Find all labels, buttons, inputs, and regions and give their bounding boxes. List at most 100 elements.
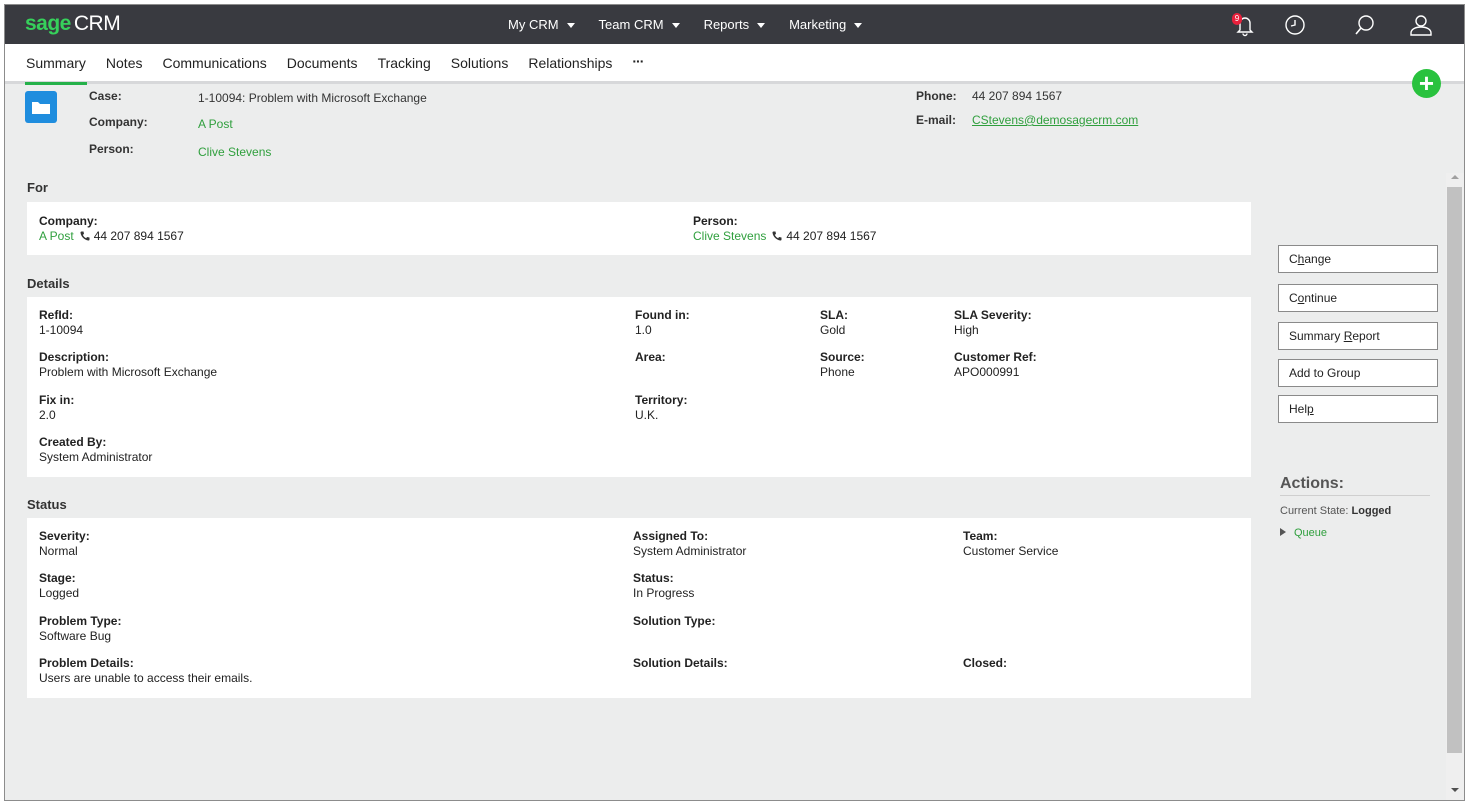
foundin-value: 1.0 xyxy=(635,323,652,337)
tab-summary[interactable]: Summary xyxy=(25,44,96,85)
current-state-label: Current State: xyxy=(1280,505,1352,517)
for-company-link[interactable]: A Post xyxy=(39,229,74,243)
createdby-value: System Administrator xyxy=(39,450,153,464)
closed-field: Closed: xyxy=(963,656,1007,671)
phone-label: Phone: xyxy=(916,89,957,103)
tab-solutions[interactable]: Solutions xyxy=(441,44,519,84)
stage-value: Logged xyxy=(39,586,80,600)
createdby-field: Created By: System Administrator xyxy=(39,435,152,465)
tab-documents[interactable]: Documents xyxy=(277,44,368,84)
foundin-label: Found in: xyxy=(635,308,690,322)
chevron-down-icon xyxy=(566,22,575,28)
help-label-a: Hel xyxy=(1289,402,1308,416)
user-profile-icon[interactable] xyxy=(1408,12,1434,38)
scrollbar-thumb[interactable] xyxy=(1447,187,1462,753)
nav-marketing-label: Marketing xyxy=(789,17,847,32)
logo-crm-text: CRM xyxy=(73,12,121,35)
problemtype-label: Problem Type: xyxy=(39,614,122,628)
case-value: 1-10094: Problem with Microsoft Exchange xyxy=(198,91,427,105)
current-state-value: Logged xyxy=(1351,505,1392,517)
current-state: Current State: Logged xyxy=(1280,505,1391,517)
search-icon[interactable] xyxy=(1352,12,1378,38)
person-link[interactable]: Clive Stevens xyxy=(198,145,271,159)
help-button[interactable]: Help xyxy=(1278,395,1438,423)
tab-notes[interactable]: Notes xyxy=(96,44,153,84)
territory-value: U.K. xyxy=(635,408,659,422)
description-label: Description: xyxy=(39,350,110,364)
customerref-field: Customer Ref: APO000991 xyxy=(954,350,1037,380)
summary-report-button[interactable]: Summary Report xyxy=(1278,322,1438,350)
severity-value: Normal xyxy=(39,544,78,558)
sage-crm-logo[interactable]: sage CRM xyxy=(25,12,121,36)
customerref-label: Customer Ref: xyxy=(954,350,1037,364)
sla-field: SLA: Gold xyxy=(820,308,848,338)
details-section-title: Details xyxy=(27,276,70,291)
nav-my-crm[interactable]: My CRM xyxy=(508,17,575,32)
slaseverity-label: SLA Severity: xyxy=(954,308,1032,322)
add-new-button[interactable]: + xyxy=(1412,69,1441,98)
continue-button[interactable]: Continue xyxy=(1278,284,1438,312)
refid-field: RefId: 1-10094 xyxy=(39,308,83,338)
chevron-down-icon xyxy=(757,22,766,28)
add-to-group-button[interactable]: Add to Group xyxy=(1278,359,1438,387)
fixin-field: Fix in: 2.0 xyxy=(39,393,74,423)
team-field: Team: Customer Service xyxy=(963,529,1058,559)
for-panel: Company: A Post 44 207 894 1567 Person: C… xyxy=(27,202,1251,255)
for-company-phone: 44 207 894 1567 xyxy=(93,229,184,243)
status-section-title: Status xyxy=(27,497,67,512)
nav-my-crm-label: My CRM xyxy=(508,17,559,32)
continue-label-b: ntinue xyxy=(1304,291,1338,305)
area-field: Area: xyxy=(635,350,666,365)
source-field: Source: Phone xyxy=(820,350,865,380)
solutiontype-label: Solution Type: xyxy=(633,614,716,628)
nav-marketing[interactable]: Marketing xyxy=(789,17,863,32)
for-person-link[interactable]: Clive Stevens xyxy=(693,229,766,243)
tab-communications[interactable]: Communications xyxy=(152,44,276,84)
team-value: Customer Service xyxy=(963,544,1059,558)
for-person-phone: 44 207 894 1567 xyxy=(786,229,877,243)
for-person-field: Person: Clive Stevens 44 207 894 1567 xyxy=(693,214,876,244)
app-window: sage CRM My CRM Team CRM Reports Marketin… xyxy=(4,4,1465,801)
assignedto-field: Assigned To: System Administrator xyxy=(633,529,746,559)
tab-relationships[interactable]: Relationships xyxy=(518,44,622,84)
scroll-down-arrow-icon[interactable] xyxy=(1451,788,1459,792)
source-value: Phone xyxy=(820,365,855,379)
solutiondetails-field: Solution Details: xyxy=(633,656,728,671)
assignedto-value: System Administrator xyxy=(633,544,747,558)
tabs: Summary Notes Communications Documents T… xyxy=(25,44,653,85)
sla-label: SLA: xyxy=(820,308,848,322)
for-company-label: Company: xyxy=(39,214,98,228)
assignedto-label: Assigned To: xyxy=(633,529,709,543)
history-clock-icon[interactable] xyxy=(1282,12,1308,38)
source-label: Source: xyxy=(820,350,865,364)
scroll-up-arrow-icon[interactable] xyxy=(1451,175,1459,179)
area-label: Area: xyxy=(635,350,666,364)
email-link[interactable]: CStevens@demosagecrm.com xyxy=(972,113,1138,127)
notification-count-badge: 9 xyxy=(1232,13,1242,25)
triangle-right-icon xyxy=(1280,528,1286,536)
severity-label: Severity: xyxy=(39,529,90,543)
problemdetails-label: Problem Details: xyxy=(39,656,134,670)
nav-team-crm[interactable]: Team CRM xyxy=(599,17,680,32)
fixin-value: 2.0 xyxy=(39,408,56,422)
actions-divider xyxy=(1280,495,1430,496)
status-value: In Progress xyxy=(633,586,695,600)
createdby-label: Created By: xyxy=(39,435,107,449)
phone-icon xyxy=(772,231,782,241)
fixin-label: Fix in: xyxy=(39,393,75,407)
nav-reports[interactable]: Reports xyxy=(704,17,766,32)
tab-bar: Summary Notes Communications Documents T… xyxy=(5,44,1464,85)
notifications-bell-icon[interactable]: 9 xyxy=(1232,12,1258,38)
tab-tracking[interactable]: Tracking xyxy=(368,44,441,84)
summary-label-b: eport xyxy=(1352,329,1380,343)
problemdetails-value: Users are unable to access their emails. xyxy=(39,671,253,685)
summary-label-a: Summary xyxy=(1289,329,1344,343)
team-label: Team: xyxy=(963,529,998,543)
email-label: E-mail: xyxy=(916,113,957,127)
change-button[interactable]: Change xyxy=(1278,245,1438,273)
closed-label: Closed: xyxy=(963,656,1008,670)
queue-action-link[interactable]: Queue xyxy=(1280,527,1327,539)
tab-more-button[interactable]: ··· xyxy=(622,44,653,84)
status-field: Status: In Progress xyxy=(633,571,694,601)
company-link[interactable]: A Post xyxy=(198,117,233,131)
